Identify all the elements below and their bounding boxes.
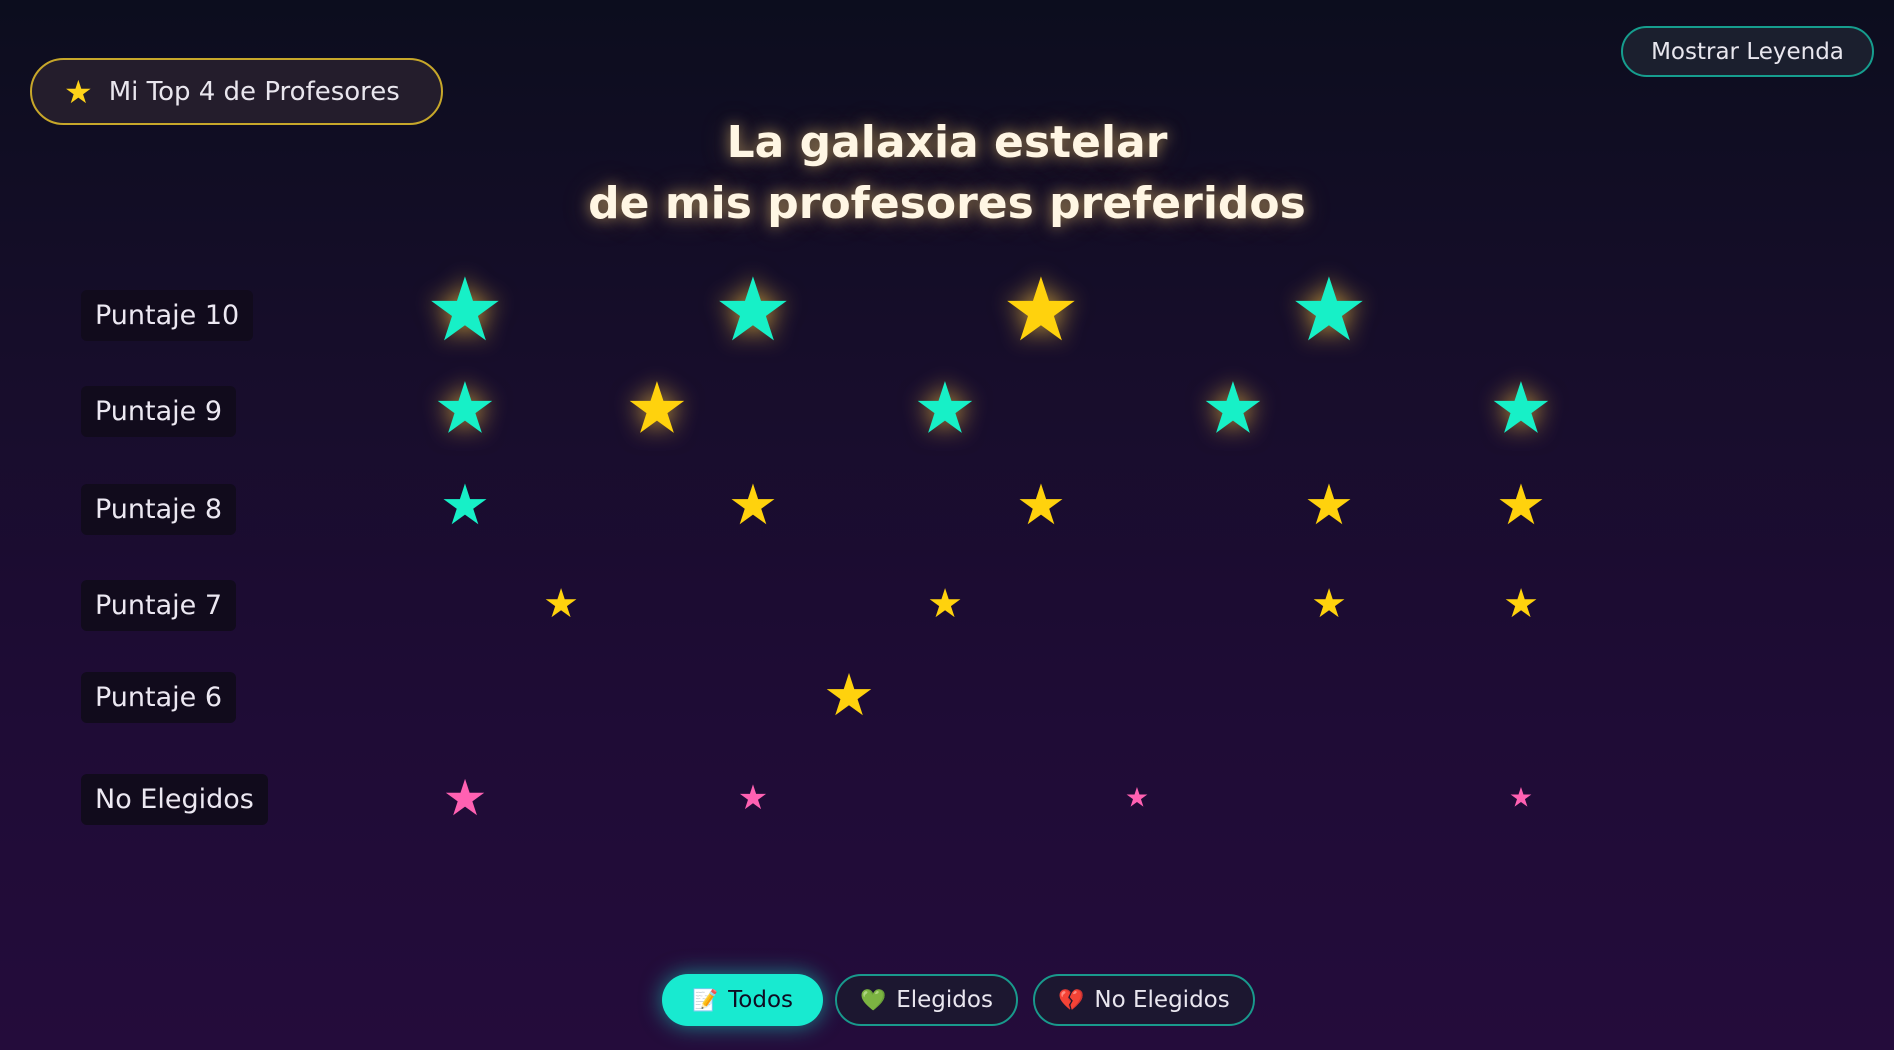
star-teacher[interactable]: ★ <box>1489 373 1553 444</box>
star-teacher-not-chosen[interactable]: ★ <box>1509 785 1533 812</box>
star-teacher[interactable]: ★ <box>1201 373 1265 444</box>
star-teacher[interactable]: ★ <box>543 584 579 624</box>
row-label-score-7: Puntaje 7 <box>81 580 237 631</box>
star-teacher[interactable]: ★ <box>927 584 963 624</box>
title-line-2: de mis profesores preferidos <box>588 178 1306 229</box>
pencil-icon: 📝 <box>691 987 719 1012</box>
filter-not-chosen-button[interactable]: 💔 No Elegidos <box>1033 974 1255 1026</box>
row-label-score-9: Puntaje 9 <box>81 386 237 437</box>
star-teacher[interactable]: ★ <box>433 373 497 444</box>
star-teacher[interactable]: ★ <box>1311 584 1347 624</box>
galaxy-app: ★ Mi Top 4 de Profesores Mostrar Leyenda… <box>0 0 1894 1050</box>
star-teacher-not-chosen[interactable]: ★ <box>1125 785 1149 812</box>
star-teacher[interactable]: ★ <box>440 478 490 534</box>
top4-teachers-button[interactable]: ★ Mi Top 4 de Profesores <box>30 58 443 125</box>
star-teacher[interactable]: ★ <box>1496 478 1546 534</box>
green-heart-icon: 💚 <box>860 987 887 1012</box>
filter-bar: 📝 Todos 💚 Elegidos 💔 No Elegidos <box>0 974 1894 1026</box>
star-teacher[interactable]: ★ <box>625 373 689 444</box>
star-teacher[interactable]: ★ <box>1002 266 1081 354</box>
filter-chosen-button[interactable]: 💚 Elegidos <box>835 974 1018 1026</box>
star-teacher[interactable]: ★ <box>1016 478 1066 534</box>
star-icon: ★ <box>64 72 93 111</box>
row-label-score-6: Puntaje 6 <box>81 672 237 723</box>
star-teacher[interactable]: ★ <box>714 266 793 354</box>
star-teacher[interactable]: ★ <box>1503 584 1539 624</box>
page-title: La galaxia estelar de mis profesores pre… <box>447 112 1447 234</box>
show-legend-button[interactable]: Mostrar Leyenda <box>1621 26 1874 77</box>
row-label-score-8: Puntaje 8 <box>81 484 237 535</box>
star-teacher[interactable]: ★ <box>1304 478 1354 534</box>
show-legend-label: Mostrar Leyenda <box>1651 38 1844 65</box>
star-teacher-not-chosen[interactable]: ★ <box>443 773 488 823</box>
filter-not-chosen-label: No Elegidos <box>1094 987 1230 1013</box>
star-teacher[interactable]: ★ <box>426 266 505 354</box>
star-teacher[interactable]: ★ <box>913 373 977 444</box>
filter-all-button[interactable]: 📝 Todos <box>662 974 823 1026</box>
filter-chosen-label: Elegidos <box>896 987 993 1013</box>
filter-all-label: Todos <box>728 987 794 1013</box>
broken-heart-icon: 💔 <box>1058 987 1085 1012</box>
row-label-not-chosen: No Elegidos <box>81 774 268 825</box>
top4-teachers-label: Mi Top 4 de Profesores <box>108 76 400 107</box>
title-line-1: La galaxia estelar <box>726 117 1168 168</box>
star-teacher[interactable]: ★ <box>823 666 875 724</box>
star-teacher[interactable]: ★ <box>1290 266 1369 354</box>
star-teacher[interactable]: ★ <box>728 478 778 534</box>
star-teacher-not-chosen[interactable]: ★ <box>738 781 768 815</box>
row-label-score-10: Puntaje 10 <box>81 290 254 341</box>
